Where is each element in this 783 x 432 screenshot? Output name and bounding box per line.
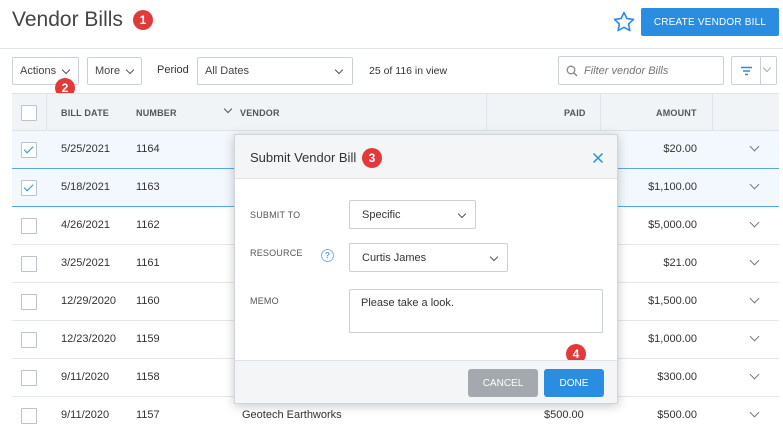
period-select[interactable]: All Dates <box>197 57 353 85</box>
bill-amount: $500.00 <box>657 409 697 421</box>
bill-number: 1162 <box>136 219 160 231</box>
bill-amount: $5,000.00 <box>648 219 697 231</box>
chevron-down-icon <box>334 65 344 74</box>
help-icon[interactable]: ? <box>321 249 334 262</box>
bill-number: 1164 <box>136 143 160 155</box>
row-checkbox[interactable] <box>21 332 37 348</box>
bill-date: 12/29/2020 <box>61 295 117 307</box>
expand-chevron-icon[interactable] <box>749 141 760 152</box>
table-header: BILL DATE NUMBER VENDOR PAID AMOUNT <box>12 93 779 132</box>
row-checkbox[interactable] <box>21 370 37 386</box>
chevron-down-icon[interactable] <box>762 63 772 73</box>
cancel-button[interactable]: CANCEL <box>468 369 538 397</box>
bill-amount: $21.00 <box>663 257 697 269</box>
expand-chevron-icon[interactable] <box>749 217 760 228</box>
chevron-down-icon <box>457 209 467 219</box>
done-button[interactable]: DONE <box>544 369 604 397</box>
more-dropdown[interactable]: More <box>87 57 142 85</box>
bill-date: 9/11/2020 <box>61 371 110 383</box>
star-icon[interactable] <box>612 10 636 34</box>
bill-date: 5/25/2021 <box>61 143 110 155</box>
memo-label: MEMO <box>250 296 279 306</box>
row-checkbox[interactable] <box>21 180 37 196</box>
resource-label: RESOURCE <box>250 248 303 258</box>
bill-number: 1160 <box>136 295 160 307</box>
row-checkbox[interactable] <box>21 294 37 310</box>
filter-button[interactable] <box>731 56 777 85</box>
filter-split-divider <box>760 57 761 84</box>
search-input[interactable] <box>584 64 714 77</box>
row-checkbox[interactable] <box>21 218 37 234</box>
bill-date: 4/26/2021 <box>61 219 110 231</box>
period-value: All Dates <box>205 65 250 77</box>
bill-amount: $300.00 <box>657 371 697 383</box>
check-icon <box>23 181 34 192</box>
submit-vendor-bill-dialog: Submit Vendor Bill 3 SUBMIT TO Specific … <box>234 134 618 404</box>
submit-to-select[interactable]: Specific <box>349 200 476 229</box>
bill-number: 1163 <box>136 181 160 193</box>
bill-paid: $500.00 <box>544 409 584 421</box>
bill-date: 5/18/2021 <box>61 181 110 193</box>
bill-amount: $1,000.00 <box>648 333 697 345</box>
create-vendor-bill-button[interactable]: CREATE VENDOR BILL <box>641 8 779 36</box>
bill-date: 3/25/2021 <box>61 257 110 269</box>
expand-chevron-icon[interactable] <box>749 255 760 266</box>
bill-amount: $1,500.00 <box>648 295 697 307</box>
column-divider <box>46 94 47 132</box>
actions-label: Actions <box>20 65 57 77</box>
bill-number: 1158 <box>136 371 160 383</box>
memo-field[interactable]: Please take a look. <box>349 289 603 333</box>
column-vendor[interactable]: VENDOR <box>240 108 280 118</box>
bill-amount: $1,100.00 <box>648 181 697 193</box>
header-divider <box>0 48 783 49</box>
chevron-down-icon <box>125 65 135 74</box>
row-checkbox[interactable] <box>21 142 37 158</box>
expand-chevron-icon[interactable] <box>749 293 760 304</box>
check-icon <box>23 143 34 154</box>
close-icon[interactable] <box>592 152 604 164</box>
more-label: More <box>95 65 121 77</box>
chevron-down-icon <box>489 252 499 262</box>
resource-value: Curtis James <box>362 251 427 264</box>
bill-number: 1161 <box>136 257 160 269</box>
step-badge-1: 1 <box>133 10 153 30</box>
expand-chevron-icon[interactable] <box>749 179 760 190</box>
dialog-title: Submit Vendor Bill <box>250 150 357 165</box>
bill-number: 1157 <box>136 409 160 421</box>
submit-to-value: Specific <box>362 208 401 221</box>
select-all-checkbox[interactable] <box>21 105 37 121</box>
bill-number: 1159 <box>136 333 160 345</box>
column-paid[interactable]: PAID <box>564 108 586 118</box>
bill-vendor: Geotech Earthworks <box>242 409 342 421</box>
bill-amount: $20.00 <box>663 143 697 155</box>
dialog-footer: CANCEL DONE <box>235 360 617 403</box>
row-checkbox[interactable] <box>21 256 37 272</box>
column-amount[interactable]: AMOUNT <box>656 108 697 118</box>
search-box[interactable] <box>558 56 724 85</box>
bill-date: 9/11/2020 <box>61 409 110 421</box>
chevron-down-icon <box>61 65 71 74</box>
row-checkbox[interactable] <box>21 408 37 424</box>
expand-chevron-icon[interactable] <box>749 369 760 380</box>
filter-icon <box>741 66 752 76</box>
search-icon <box>566 65 578 76</box>
expand-chevron-icon[interactable] <box>749 407 760 418</box>
dialog-header: Submit Vendor Bill 3 <box>235 135 617 179</box>
submit-to-label: SUBMIT TO <box>250 210 301 220</box>
column-number[interactable]: NUMBER <box>136 108 177 118</box>
bill-date: 12/23/2020 <box>61 333 117 345</box>
view-count: 25 of 116 in view <box>369 65 448 77</box>
step-badge-3: 3 <box>362 148 382 168</box>
column-bill-date[interactable]: BILL DATE <box>61 108 109 118</box>
expand-chevron-icon[interactable] <box>749 331 760 342</box>
resource-select[interactable]: Curtis James <box>349 243 508 272</box>
sort-chevron-icon[interactable] <box>223 104 233 114</box>
column-divider <box>486 94 487 132</box>
column-divider <box>600 94 601 132</box>
column-divider <box>712 94 713 132</box>
page-title: Vendor Bills <box>12 8 123 31</box>
period-label: Period <box>157 64 189 76</box>
